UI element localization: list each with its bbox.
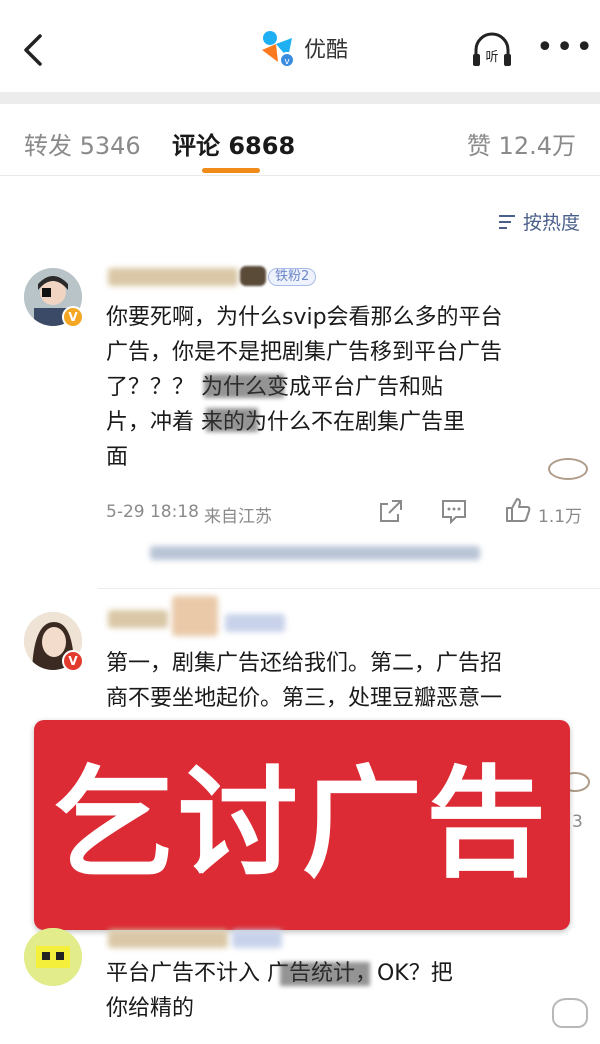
emoji-icon	[240, 266, 266, 286]
tab-bar: 转发 5346 评论 6868 赞 12.4万	[0, 104, 600, 176]
listen-button[interactable]: 听	[470, 30, 514, 70]
app-brand: v 优酷	[258, 28, 348, 68]
thumbs-up-icon	[506, 498, 531, 522]
header-divider	[0, 92, 600, 104]
watermark-icon	[552, 998, 588, 1028]
mosaic-blur	[204, 374, 284, 398]
reply-button[interactable]	[440, 498, 468, 528]
mosaic-blur	[280, 962, 370, 986]
avatar[interactable]	[24, 928, 82, 986]
share-button[interactable]	[378, 498, 404, 528]
more-options-button[interactable]: •••	[536, 33, 595, 63]
sort-icon	[498, 214, 515, 229]
tab-forward[interactable]: 转发 5346	[24, 126, 141, 161]
youku-logo-icon: v	[258, 28, 296, 68]
username-blurred	[108, 930, 228, 948]
mosaic-blur	[206, 408, 258, 432]
svg-text:听: 听	[485, 50, 498, 65]
partial-count: 3	[572, 812, 583, 832]
sort-label: 按热度	[522, 212, 580, 234]
fan-badge-blurred	[225, 614, 285, 632]
username-blurred	[172, 596, 218, 636]
back-arrow-icon	[24, 34, 42, 66]
fan-badge-blurred	[232, 930, 282, 948]
tab-likes[interactable]: 赞 12.4万	[467, 126, 576, 161]
like-count: 1.1万	[538, 507, 583, 527]
svg-text:v: v	[284, 57, 290, 67]
sort-by-hot-button[interactable]: 按热度	[497, 208, 580, 235]
like-button[interactable]	[504, 496, 532, 528]
comment-text: 你要死啊，为什么svip会看那么多的平台 广告，你是不是把剧集广告移到平台广告 …	[106, 305, 503, 470]
active-tab-indicator	[202, 168, 260, 173]
headphones-icon: 听	[473, 32, 511, 66]
verified-badge-icon: V	[62, 306, 84, 328]
tab-comments[interactable]: 评论 6868	[172, 126, 295, 161]
share-icon	[380, 500, 402, 522]
app-name: 优酷	[304, 38, 349, 63]
comment-text: 第一，剧集广告还给我们。第二，广告招 商不要坐地起价。第三，处理豆瓣恶意一	[106, 651, 503, 711]
overlay-text: 乞讨广告	[54, 755, 550, 894]
top-bar: v 优酷 听 •••	[0, 0, 600, 96]
username-blurred	[108, 268, 238, 286]
overlay-banner: 乞讨广告	[34, 720, 570, 930]
comment-divider	[98, 588, 600, 589]
back-button[interactable]	[18, 30, 48, 70]
comment-time: 5-29 18:18	[106, 502, 199, 522]
reply-preview-blurred	[150, 546, 480, 560]
comment-location: 来自江苏	[204, 507, 272, 527]
comment-icon	[442, 500, 466, 525]
fan-badge: 铁粉2	[268, 268, 317, 286]
username-blurred	[108, 610, 168, 628]
watermark-icon	[548, 458, 588, 480]
verified-badge-icon: V	[62, 650, 84, 672]
